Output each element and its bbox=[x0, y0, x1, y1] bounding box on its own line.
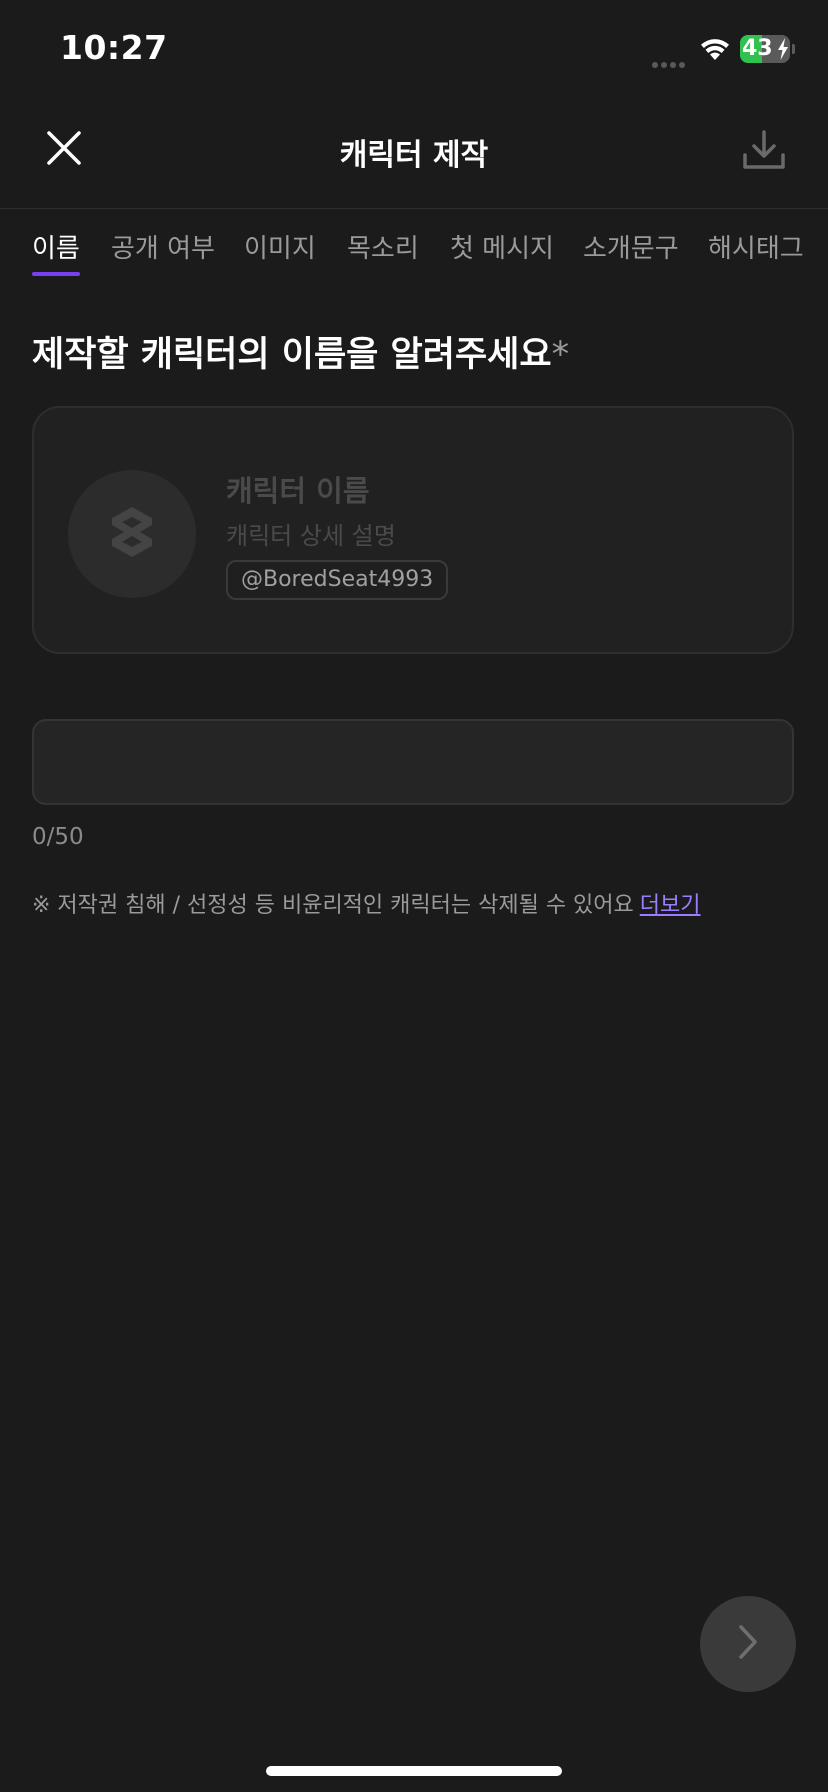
tab-voice[interactable]: 목소리 bbox=[347, 228, 419, 265]
logo-placeholder-icon bbox=[107, 505, 157, 563]
preview-character-description: 캐릭터 상세 설명 bbox=[226, 522, 396, 550]
tab-introduction[interactable]: 소개문구 bbox=[583, 228, 679, 265]
character-name-input[interactable] bbox=[32, 719, 794, 805]
tab-bar: 이름 공개 여부 이미지 목소리 첫 메시지 소개문구 해시태그 bbox=[0, 210, 828, 280]
home-indicator bbox=[266, 1766, 562, 1776]
header: 캐릭터 제작 bbox=[0, 100, 828, 209]
chevron-right-icon bbox=[736, 1623, 760, 1665]
character-count: 0/50 bbox=[32, 824, 84, 850]
bolt-icon bbox=[777, 38, 789, 63]
signal-dots-icon bbox=[652, 53, 692, 68]
avatar bbox=[68, 470, 196, 598]
tab-visibility[interactable]: 공개 여부 bbox=[111, 228, 215, 265]
active-tab-indicator bbox=[32, 272, 80, 276]
policy-notice: ※ 저작권 침해 / 선정성 등 비윤리적인 캐릭터는 삭제될 수 있어요 더보기 bbox=[32, 887, 701, 919]
battery-icon: 43 bbox=[740, 35, 790, 63]
heading-text: 제작할 캐릭터의 이름을 알려주세요 bbox=[32, 335, 552, 375]
download-button[interactable] bbox=[738, 126, 790, 178]
status-bar: 10:27 43 bbox=[0, 0, 828, 100]
tab-hashtag[interactable]: 해시태그 bbox=[708, 228, 804, 265]
battery-level: 43 bbox=[742, 36, 773, 61]
tab-first-message[interactable]: 첫 메시지 bbox=[450, 228, 554, 265]
policy-notice-text: ※ 저작권 침해 / 선정성 등 비윤리적인 캐릭터는 삭제될 수 있어요 bbox=[32, 893, 634, 918]
tab-image[interactable]: 이미지 bbox=[244, 228, 316, 265]
tab-name[interactable]: 이름 bbox=[32, 228, 80, 265]
preview-creator-handle: @BoredSeat4993 bbox=[226, 560, 449, 600]
character-preview-card: 캐릭터 이름 캐릭터 상세 설명 @BoredSeat4993 bbox=[32, 406, 794, 654]
page-title: 캐릭터 제작 bbox=[339, 138, 489, 173]
section-heading: 제작할 캐릭터의 이름을 알려주세요* bbox=[32, 326, 569, 377]
required-mark: * bbox=[551, 335, 570, 375]
status-time: 10:27 bbox=[60, 28, 168, 67]
download-icon bbox=[742, 129, 786, 175]
next-button[interactable] bbox=[700, 1596, 796, 1692]
wifi-icon bbox=[698, 36, 732, 66]
preview-character-name: 캐릭터 이름 bbox=[226, 474, 370, 508]
more-link[interactable]: 더보기 bbox=[640, 893, 701, 918]
battery-cap bbox=[792, 44, 795, 54]
